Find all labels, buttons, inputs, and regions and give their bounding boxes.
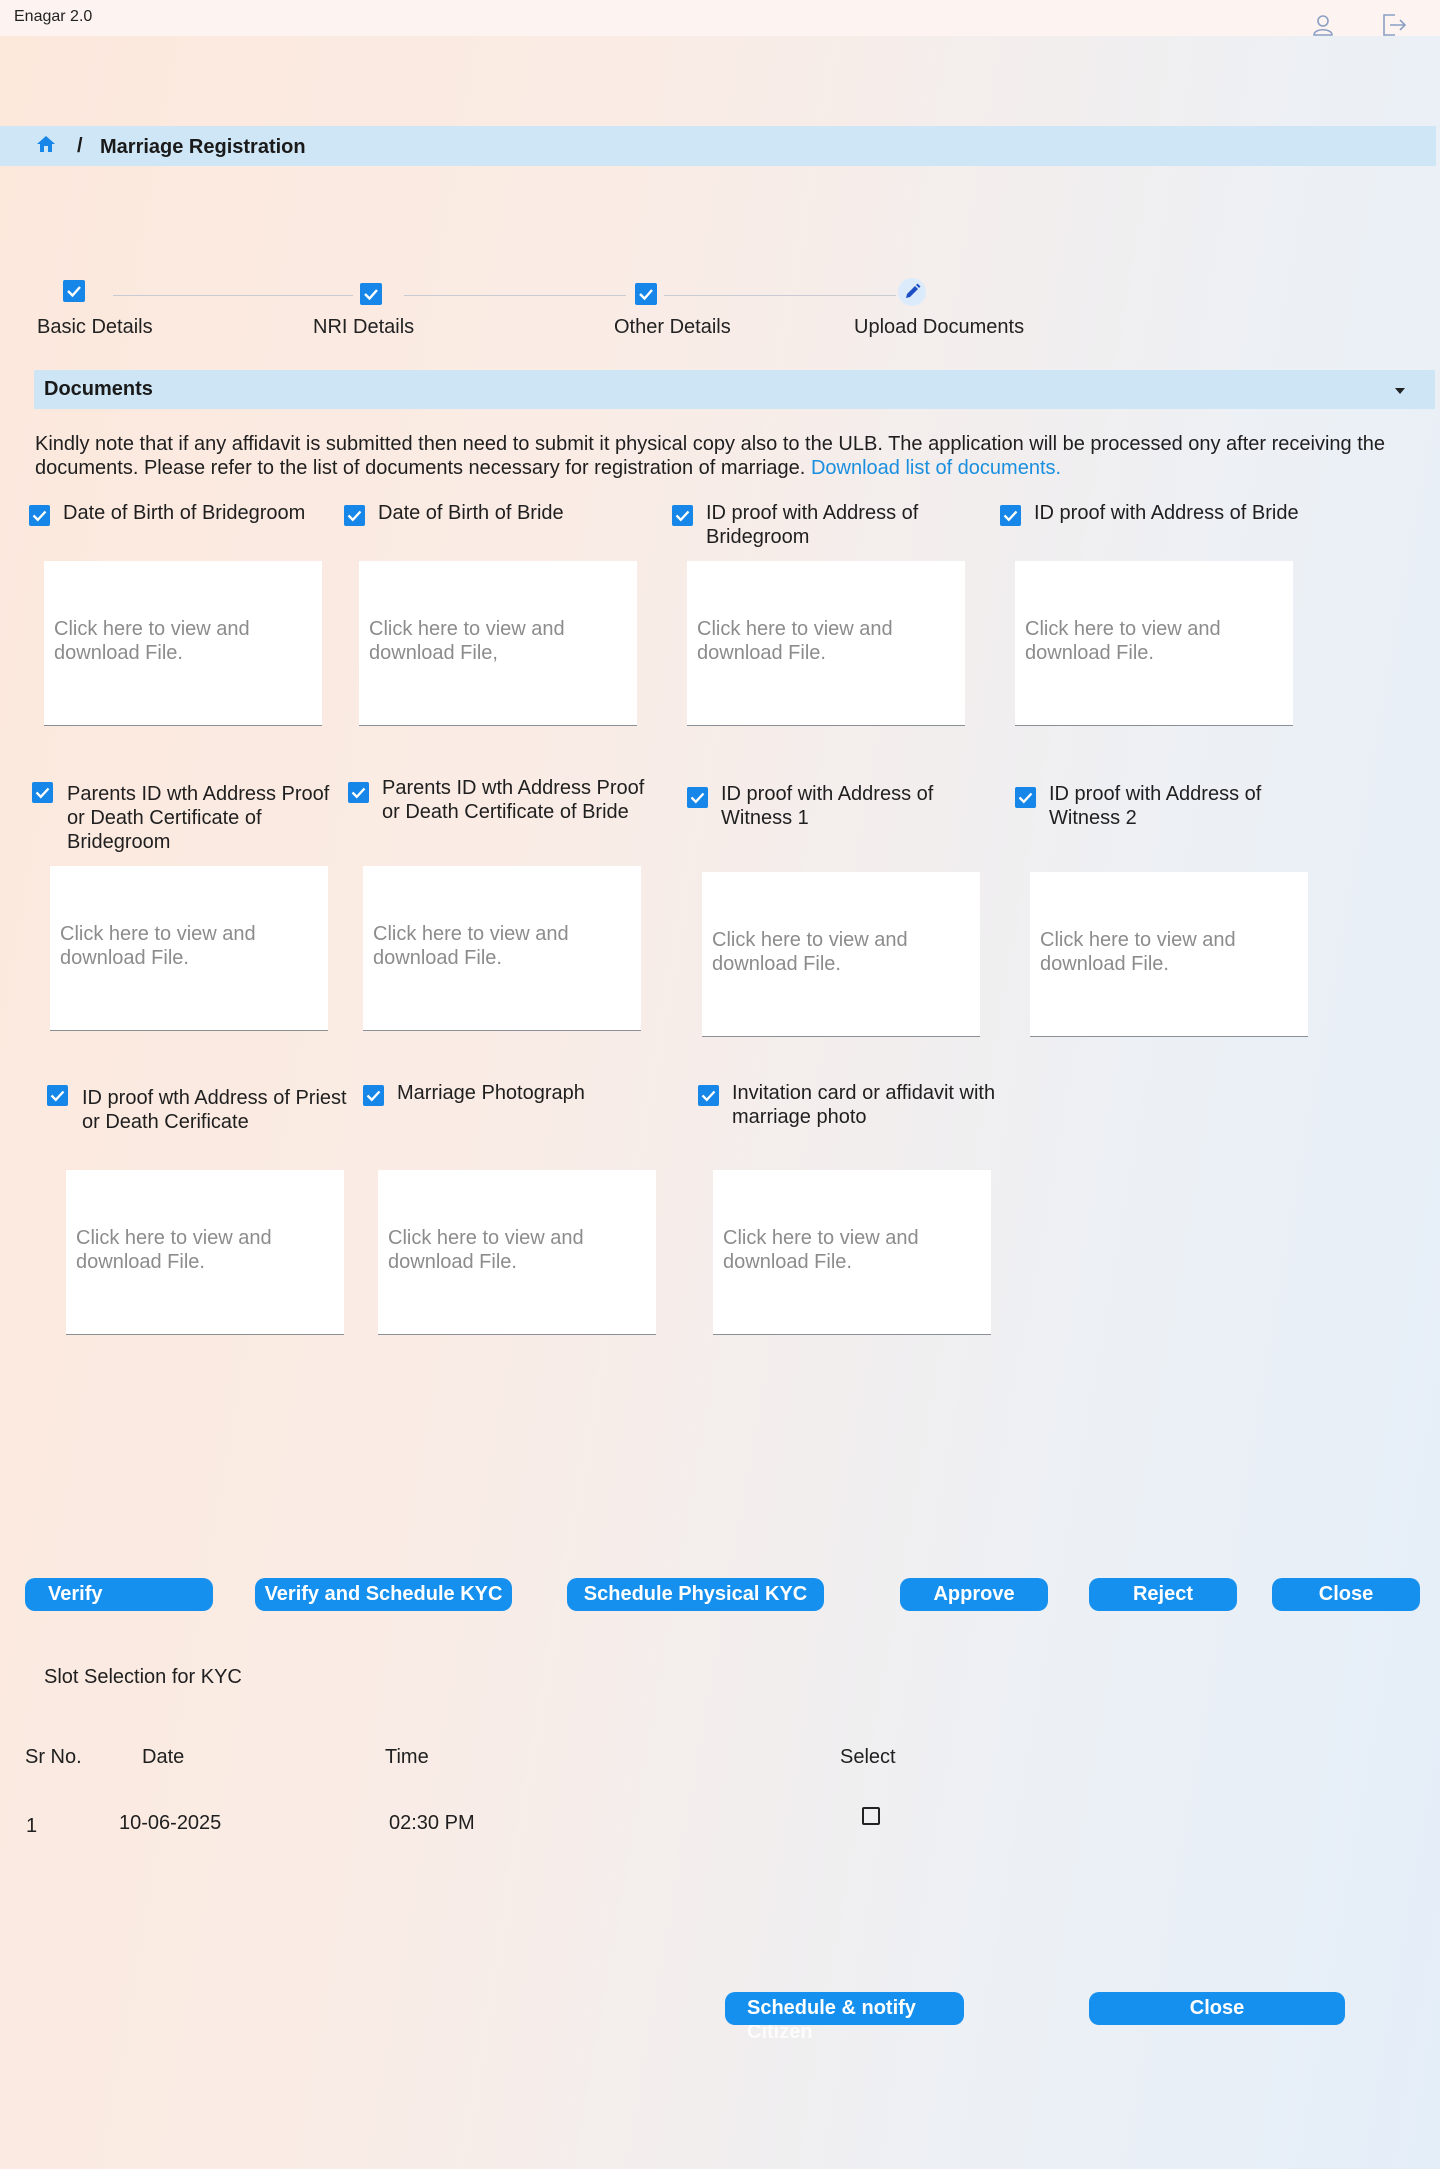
doc-label: Date of Birth of Bride xyxy=(378,502,564,524)
file-view-hint: Click here to view and download File. xyxy=(54,618,250,664)
column-header-select: Select xyxy=(840,1746,896,1768)
breadcrumb: / Marriage Registration xyxy=(0,126,1436,166)
file-view-hint: Click here to view and download File. xyxy=(388,1227,584,1273)
breadcrumb-separator: / xyxy=(77,135,83,157)
file-view-hint: Click here to view and download File. xyxy=(373,923,569,969)
home-icon[interactable] xyxy=(36,134,56,159)
doc-label: ID proof with Address of Bride xyxy=(1034,502,1299,524)
doc-checkbox[interactable] xyxy=(687,787,708,808)
file-view-box[interactable]: Click here to view and download File. xyxy=(66,1170,344,1335)
file-view-box[interactable]: Click here to view and download File. xyxy=(50,866,328,1031)
column-header-date: Date xyxy=(142,1746,185,1768)
doc-checkbox[interactable] xyxy=(348,782,369,803)
doc-label: ID proof with Address of Witness 2 xyxy=(1049,783,1262,829)
step-other-details[interactable]: Other Details xyxy=(614,316,731,339)
doc-label: ID proof with Address of Witness 1 xyxy=(721,783,934,829)
file-view-box[interactable]: Click here to view and download File. xyxy=(363,866,641,1031)
doc-checkbox[interactable] xyxy=(672,505,693,526)
verify-schedule-kyc-button[interactable]: Verify and Schedule KYC xyxy=(255,1578,512,1611)
stepper-connector xyxy=(404,295,626,296)
doc-checkbox[interactable] xyxy=(29,505,50,526)
doc-label: Date of Birth of Bridegroom xyxy=(63,502,306,524)
file-view-hint: Click here to view and download File. xyxy=(60,923,256,969)
app-title: Enagar 2.0 xyxy=(14,8,93,25)
column-header-time: Time xyxy=(385,1746,429,1768)
approve-button[interactable]: Approve xyxy=(900,1578,1048,1611)
doc-checkbox[interactable] xyxy=(698,1085,719,1106)
step-upload-pencil-icon xyxy=(898,278,926,306)
download-documents-link[interactable]: Download list of documents. xyxy=(811,457,1061,479)
schedule-physical-kyc-button[interactable]: Schedule Physical KYC xyxy=(567,1578,824,1611)
slot-row-sr: 1 xyxy=(26,1815,38,1837)
file-view-box[interactable]: Click here to view and download File. xyxy=(687,561,965,726)
stepper-connector xyxy=(664,295,896,296)
caret-down-icon[interactable] xyxy=(1395,388,1405,394)
doc-checkbox[interactable] xyxy=(47,1085,68,1106)
file-view-hint: Click here to view and download File. xyxy=(723,1227,919,1273)
file-view-hint: Click here to view and download File. xyxy=(1040,929,1236,975)
file-view-box[interactable]: Click here to view and download File. xyxy=(702,872,980,1037)
file-view-hint: Click here to view and download File. xyxy=(76,1227,272,1273)
file-view-hint: Click here to view and download File, xyxy=(369,618,565,664)
doc-checkbox[interactable] xyxy=(32,782,53,803)
doc-label: Parents ID wth Address Proof or Death Ce… xyxy=(382,777,645,823)
slot-select-checkbox[interactable] xyxy=(862,1807,880,1825)
file-view-box[interactable]: Click here to view and download File. xyxy=(1015,561,1293,726)
doc-label: ID proof wth Address of Priest or Death … xyxy=(82,1087,347,1133)
file-view-box[interactable]: Click here to view and download File. xyxy=(1030,872,1308,1037)
slot-row-time: 02:30 PM xyxy=(389,1812,475,1834)
file-view-box[interactable]: Click here to view and download File. xyxy=(44,561,322,726)
doc-checkbox[interactable] xyxy=(363,1085,384,1106)
close-button[interactable]: Close xyxy=(1272,1578,1420,1611)
doc-label: Marriage Photograph xyxy=(397,1082,585,1104)
doc-label: Invitation card or affidavit with marria… xyxy=(732,1082,996,1128)
file-view-hint: Click here to view and download File. xyxy=(1025,618,1221,664)
logout-icon[interactable] xyxy=(1380,12,1407,38)
step-basic-details[interactable]: Basic Details xyxy=(37,316,153,339)
page-title: Marriage Registration xyxy=(100,136,306,158)
file-view-box[interactable]: Click here to view and download File. xyxy=(378,1170,656,1335)
file-view-box[interactable]: Click here to view and download File. xyxy=(713,1170,991,1335)
reject-button[interactable]: Reject xyxy=(1089,1578,1237,1611)
schedule-notify-button[interactable]: Schedule & notify xyxy=(725,1992,964,2025)
slot-section-title: Slot Selection for KYC xyxy=(44,1666,242,1688)
doc-checkbox[interactable] xyxy=(1015,787,1036,808)
file-view-hint: Click here to view and download File. xyxy=(712,929,908,975)
step-nri-check-icon xyxy=(360,283,382,305)
top-bar xyxy=(0,0,1440,36)
documents-section-header[interactable]: Documents xyxy=(34,370,1435,409)
step-upload-documents[interactable]: Upload Documents xyxy=(854,316,1024,339)
notice-text: Kindly note that if any affidavit is sub… xyxy=(35,433,1386,479)
doc-label: Parents ID wth Address Proof or Death Ce… xyxy=(67,783,330,853)
step-nri-details[interactable]: NRI Details xyxy=(313,316,414,339)
doc-checkbox[interactable] xyxy=(1000,505,1021,526)
documents-title: Documents xyxy=(44,378,153,400)
verify-button[interactable]: Verify xyxy=(25,1578,213,1611)
bottom-close-button[interactable]: Close xyxy=(1089,1992,1345,2025)
step-other-check-icon xyxy=(635,283,657,305)
doc-checkbox[interactable] xyxy=(344,505,365,526)
file-view-box[interactable]: Click here to view and download File, xyxy=(359,561,637,726)
slot-row-date: 10-06-2025 xyxy=(119,1812,222,1834)
step-basic-check-icon xyxy=(63,280,85,302)
file-view-hint: Click here to view and download File. xyxy=(697,618,893,664)
user-icon[interactable] xyxy=(1310,12,1336,38)
stepper-connector xyxy=(113,295,353,296)
column-header-sr: Sr No. xyxy=(25,1746,82,1768)
documents-notice: Kindly note that if any affidavit is sub… xyxy=(35,432,1415,480)
doc-label: ID proof with Address of Bridegroom xyxy=(706,502,919,548)
